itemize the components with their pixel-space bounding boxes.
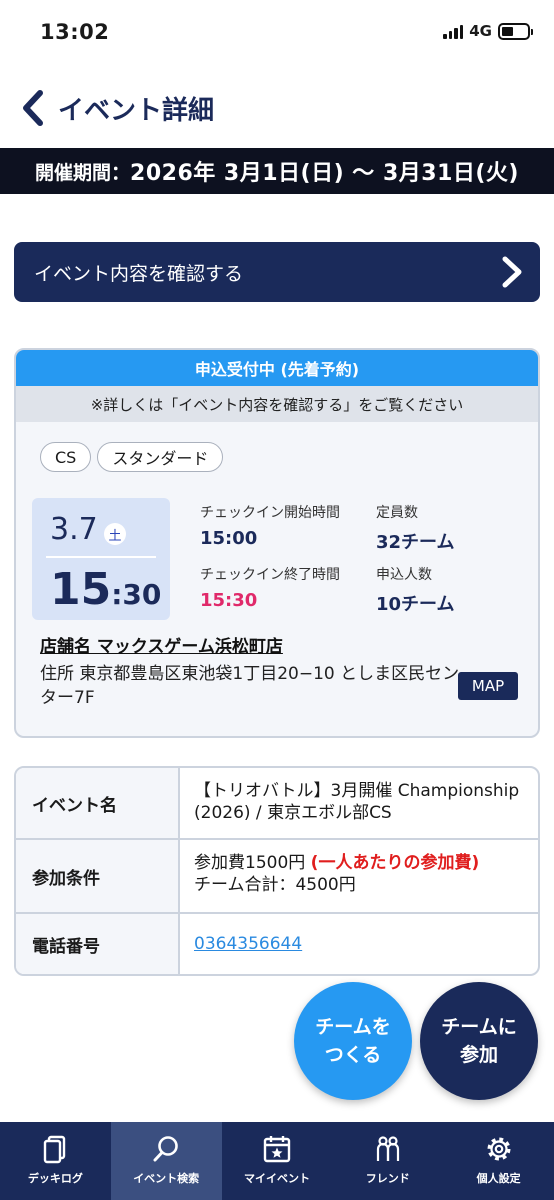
deck-icon xyxy=(44,1135,66,1164)
tab-event-search[interactable]: イベント検索 xyxy=(110,1122,222,1200)
calendar-star-icon xyxy=(263,1136,291,1163)
create-team-label: チームを つくる xyxy=(315,1013,390,1069)
join-team-label: チームに 参加 xyxy=(441,1013,516,1069)
tab-label: デッキログ xyxy=(27,1172,83,1185)
tab-label: マイイベント xyxy=(243,1172,310,1185)
period-label: 開催期間： xyxy=(35,161,131,184)
join-team-line2: 参加 xyxy=(459,1044,498,1066)
fee-text: 参加費1500円 xyxy=(194,853,306,873)
conditions-label: 参加条件 xyxy=(16,840,180,912)
event-name-label: イベント名 xyxy=(16,768,180,838)
phone-link[interactable]: 0364356644 xyxy=(194,933,302,955)
tab-friends[interactable]: フレンド xyxy=(332,1122,443,1200)
checkin-end-label: チェックイン終了時間 xyxy=(200,567,340,583)
phone-value-cell: 0364356644 xyxy=(180,914,538,974)
table-row: 参加条件 参加費1500円 (一人あたりの参加費) チーム合計：4500円 xyxy=(16,840,538,914)
tab-my-event[interactable]: マイイベント xyxy=(222,1122,333,1200)
table-row: 電話番号 0364356644 xyxy=(16,914,538,974)
map-button[interactable]: MAP xyxy=(458,672,518,700)
tag-cs: CS xyxy=(40,442,92,472)
chevron-left-icon xyxy=(23,90,43,126)
battery-icon xyxy=(498,22,533,40)
conditions-value: 参加費1500円 (一人あたりの参加費) チーム合計：4500円 xyxy=(180,840,538,912)
date-divider xyxy=(46,556,156,558)
phone-label: 電話番号 xyxy=(16,914,180,974)
tag-standard: スタンダード xyxy=(97,442,224,472)
capacity-label: 定員数 xyxy=(376,505,418,521)
status-bar: 13:02 4G xyxy=(0,0,554,66)
event-card: 申込受付中 (先着予約) ※詳しくは「イベント内容を確認する」をご覧ください C… xyxy=(14,348,540,738)
date-box: 3.7 土 15:30 xyxy=(32,498,170,620)
table-row: イベント名 【トリオバトル】3月開催 Championship (2026) /… xyxy=(16,768,538,840)
card-note: ※詳しくは「イベント内容を確認する」をご覧ください xyxy=(16,386,538,422)
confirm-event-content-button[interactable]: イベント内容を確認する xyxy=(14,242,540,302)
applicants-label: 申込人数 xyxy=(376,567,432,583)
event-details-table: イベント名 【トリオバトル】3月開催 Championship (2026) /… xyxy=(14,766,540,976)
create-team-button[interactable]: チームを つくる xyxy=(294,982,412,1100)
friends-icon xyxy=(376,1136,399,1161)
create-team-line2: つくる xyxy=(324,1044,382,1066)
back-button[interactable] xyxy=(16,86,50,130)
confirm-button-label: イベント内容を確認する xyxy=(34,262,244,285)
applicants-value: 10チーム xyxy=(376,594,455,615)
signal-icon xyxy=(443,24,464,39)
tab-label: フレンド xyxy=(365,1172,410,1185)
tab-label: イベント検索 xyxy=(133,1172,200,1185)
event-name-value: 【トリオバトル】3月開催 Championship (2026) / 東京エボル… xyxy=(194,781,520,823)
status-indicators: 4G xyxy=(443,22,533,40)
team-total: チーム合計：4500円 xyxy=(194,875,356,895)
tab-label: 個人設定 xyxy=(476,1172,521,1185)
fee-note: (一人あたりの参加費) xyxy=(310,853,480,873)
event-period-bar: 開催期間： 2026年 3月1日(日) ～ 3月31日(火) xyxy=(0,148,554,194)
capacity-value: 32チーム xyxy=(376,532,455,553)
join-team-line1: チームに xyxy=(441,1016,517,1038)
shop-name-link[interactable]: 店舗名 マックスゲーム浜松町店 xyxy=(40,632,283,657)
event-start-time: 15:30 xyxy=(50,564,161,615)
event-minute: :30 xyxy=(111,578,162,611)
gear-icon xyxy=(487,1137,511,1161)
bottom-tab-bar: デッキログ イベント検索 マイイベント フレンド 個人設定 xyxy=(0,1122,554,1200)
page-title: イベント詳細 xyxy=(58,96,215,126)
network-type: 4G xyxy=(469,22,492,40)
event-date: 3.7 xyxy=(50,512,98,547)
checkin-start-value: 15:00 xyxy=(200,528,258,549)
checkin-end-value: 15:30 xyxy=(200,590,258,611)
header: イベント詳細 xyxy=(0,70,554,144)
event-weekday: 土 xyxy=(104,523,126,545)
period-value: 2026年 3月1日(日) ～ 3月31日(火) xyxy=(130,161,519,186)
shop-address: 住所 東京都豊島区東池袋1丁目20−10 としま区民センター7F xyxy=(40,664,460,708)
event-hour: 15 xyxy=(50,564,112,615)
search-icon xyxy=(153,1136,178,1162)
tab-settings[interactable]: 個人設定 xyxy=(443,1122,554,1200)
status-time: 13:02 xyxy=(40,20,110,44)
chevron-right-icon xyxy=(502,256,522,288)
create-team-line1: チームを xyxy=(315,1016,391,1038)
join-team-button[interactable]: チームに 参加 xyxy=(420,982,538,1100)
tab-decklog[interactable]: デッキログ xyxy=(0,1122,111,1200)
tag-list: CS スタンダード xyxy=(40,442,224,472)
checkin-start-label: チェックイン開始時間 xyxy=(200,505,340,521)
application-status: 申込受付中 (先着予約) xyxy=(16,350,538,386)
